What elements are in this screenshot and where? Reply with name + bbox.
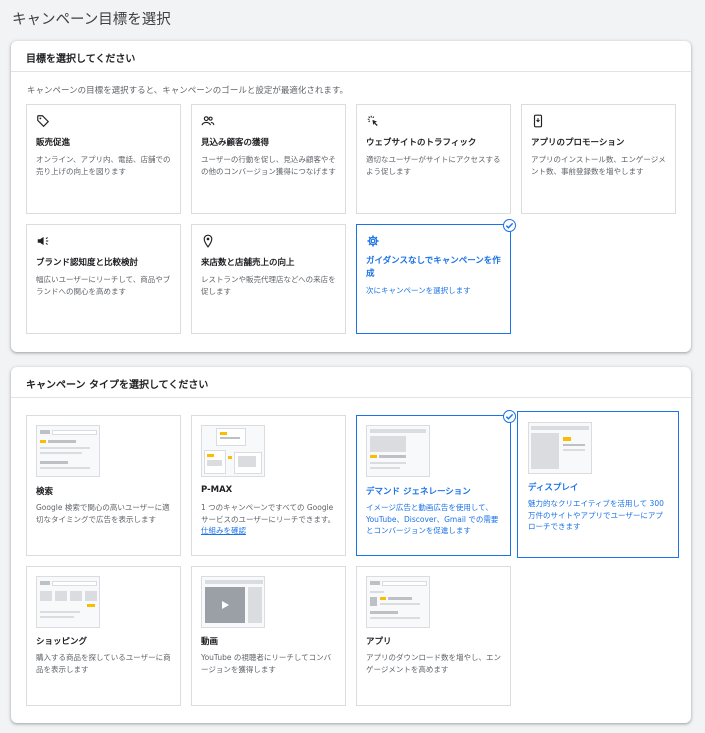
location-pin-icon xyxy=(203,234,213,248)
selected-check-icon xyxy=(503,410,516,423)
type-card-title: 検索 xyxy=(36,487,54,497)
demand-gen-thumbnail xyxy=(366,425,430,477)
goal-card-desc: アプリのインストール数、エンゲージメント数、事前登録数を増やします xyxy=(531,155,666,176)
people-icon xyxy=(201,116,215,126)
goal-card-desc: 幅広いユーザーにリーチして、商品やブランドへの関心を高めます xyxy=(36,275,171,296)
type-card-app[interactable]: アプリ アプリのダウンロード数を増やし、エンゲージメントを高めます xyxy=(356,566,511,706)
type-card-title: ディスプレイ xyxy=(528,483,579,493)
type-panel: キャンペーン タイプを選択してください 検索 Google 検索で関心の高いユー… xyxy=(11,367,691,723)
goal-card-app[interactable]: アプリのプロモーション アプリのインストール数、エンゲージメント数、事前登録数を… xyxy=(521,104,676,214)
search-thumbnail xyxy=(36,425,100,477)
type-card-desc: 魅力的なクリエイティブを活用して 300 万件のサイトやアプリでユーザーにアプロ… xyxy=(528,499,664,531)
type-card-search[interactable]: 検索 Google 検索で関心の高いユーザーに適切なタイミングで広告を表示します xyxy=(26,415,181,556)
type-card-title: デマンド ジェネレーション xyxy=(366,487,471,497)
phone-icon xyxy=(533,114,543,128)
goal-card-desc: レストランや販売代理店などへの来店を促します xyxy=(201,275,336,296)
pmax-learn-more-link[interactable]: 仕組みを確認 xyxy=(201,526,246,535)
type-card-pmax[interactable]: P-MAX 1 つのキャンペーンですべての Google サービスのユーザーにリ… xyxy=(191,415,346,556)
app-thumbnail xyxy=(366,576,430,628)
pmax-thumbnail xyxy=(201,425,265,477)
goal-card-title: アプリのプロモーション xyxy=(531,138,625,148)
goal-card-brand[interactable]: ブランド認知度と比較検討 幅広いユーザーにリーチして、商品やブランドへの関心を高… xyxy=(26,224,181,334)
goal-card-desc: オンライン、アプリ内、電話、店舗での売り上げの向上を図ります xyxy=(36,155,171,176)
goal-card-sales[interactable]: 販売促進 オンライン、アプリ内、電話、店舗での売り上げの向上を図ります xyxy=(26,104,181,214)
type-card-title: アプリ xyxy=(366,637,392,647)
type-card-video[interactable]: 動画 YouTube の視聴者にリーチしてコンバージョンを獲得します xyxy=(191,566,346,706)
type-card-display[interactable]: ディスプレイ 魅力的なクリエイティブを活用して 300 万件のサイトやアプリでユ… xyxy=(517,411,679,558)
type-card-title: P-MAX xyxy=(201,485,233,495)
video-thumbnail xyxy=(201,576,265,628)
gear-icon xyxy=(367,235,379,247)
goal-card-desc: 次にキャンペーンを選択します xyxy=(366,286,471,295)
goal-card-title: ウェブサイトのトラフィック xyxy=(366,138,477,148)
goal-card-title: 販売促進 xyxy=(36,138,71,148)
type-card-desc: 購入する商品を探しているユーザーに商品を表示します xyxy=(36,653,171,674)
selected-check-icon xyxy=(503,219,516,232)
type-card-desc: YouTube の視聴者にリーチしてコンバージョンを獲得します xyxy=(201,653,332,674)
type-section-heading: キャンペーン タイプを選択してください xyxy=(11,367,691,398)
type-card-desc: 1 つのキャンペーンですべての Google サービスのユーザーにリーチできます… xyxy=(201,502,337,537)
goal-card-desc: ユーザーの行動を促し、見込み顧客やその他のコンバージョン獲得につなげます xyxy=(201,155,336,176)
display-thumbnail xyxy=(528,422,592,474)
page-title: キャンペーン目標を選択 xyxy=(12,12,171,28)
type-card-demand-gen[interactable]: デマンド ジェネレーション イメージ広告と動画広告を使用して、YouTube、D… xyxy=(356,415,511,556)
goal-card-title: ガイダンスなしでキャンペーンを作成 xyxy=(366,256,501,279)
type-card-title: 動画 xyxy=(201,637,219,647)
type-card-desc: Google 検索で関心の高いユーザーに適切なタイミングで広告を表示します xyxy=(36,503,170,524)
goal-card-desc: 適切なユーザーがサイトにアクセスするよう促します xyxy=(366,155,501,176)
goal-card-title: ブランド認知度と比較検討 xyxy=(36,258,139,268)
goal-panel: 目標を選択してください キャンペーンの目標を選択すると、キャンペーンのゴールと設… xyxy=(11,41,691,352)
goal-section-heading: 目標を選択してください xyxy=(11,41,691,72)
play-icon xyxy=(222,601,229,609)
goal-card-no-guidance[interactable]: ガイダンスなしでキャンペーンを作成 次にキャンペーンを選択します xyxy=(356,224,511,334)
goal-card-traffic[interactable]: ウェブサイトのトラフィック 適切なユーザーがサイトにアクセスするよう促します xyxy=(356,104,511,214)
cursor-click-icon xyxy=(367,115,378,126)
goal-card-title: 来店数と店舗売上の向上 xyxy=(201,258,295,268)
type-card-title: ショッピング xyxy=(36,637,88,647)
type-card-desc: アプリのダウンロード数を増やし、エンゲージメントを高めます xyxy=(366,653,501,674)
goal-card-leads[interactable]: 見込み顧客の獲得 ユーザーの行動を促し、見込み顧客やその他のコンバージョン獲得に… xyxy=(191,104,346,214)
shopping-thumbnail xyxy=(36,576,100,628)
type-card-shopping[interactable]: ショッピング 購入する商品を探しているユーザーに商品を表示します xyxy=(26,566,181,706)
goal-section-description: キャンペーンの目標を選択すると、キャンペーンのゴールと設定が最適化されます。 xyxy=(27,86,348,96)
goal-card-store[interactable]: 来店数と店舗売上の向上 レストランや販売代理店などへの来店を促します xyxy=(191,224,346,334)
pmax-desc-text: 1 つのキャンペーンですべての Google サービスのユーザーにリーチできます… xyxy=(201,503,336,524)
tag-icon xyxy=(37,115,50,128)
goal-card-title: 見込み顧客の獲得 xyxy=(201,138,270,148)
megaphone-icon xyxy=(37,236,49,246)
type-card-desc: イメージ広告と動画広告を使用して、YouTube、Discover、Gmail … xyxy=(366,503,499,535)
